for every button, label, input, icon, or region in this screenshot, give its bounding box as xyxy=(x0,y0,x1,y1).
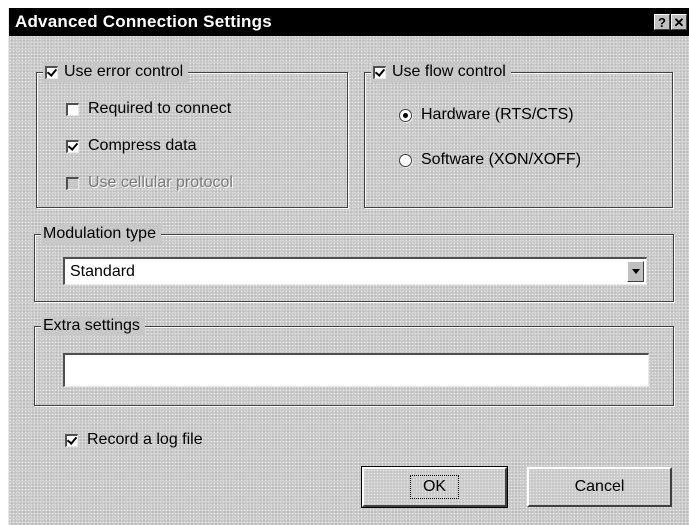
use-error-control-checkbox[interactable]: Use error control xyxy=(43,62,189,82)
ok-button-label: OK xyxy=(409,475,460,499)
use-flow-control-checkbox[interactable]: Use flow control xyxy=(371,62,511,82)
checkbox-disabled-icon xyxy=(66,176,79,190)
close-icon[interactable]: ✕ xyxy=(671,14,687,30)
flow-control-group: Use flow control Hardware (RTS/CTS) Soft… xyxy=(364,62,673,208)
checkbox-checked-icon xyxy=(65,433,78,447)
software-radio[interactable]: Software (XON/XOFF) xyxy=(399,151,581,169)
use-cellular-protocol-checkbox[interactable]: Use cellular protocol xyxy=(66,174,233,192)
record-log-file-label: Record a log file xyxy=(87,431,203,448)
cancel-button-label: Cancel xyxy=(574,478,625,495)
extra-settings-group: Extra settings xyxy=(34,316,674,406)
required-to-connect-checkbox[interactable]: Required to connect xyxy=(66,100,231,118)
extra-settings-label: Extra settings xyxy=(41,316,145,336)
record-log-file-checkbox[interactable]: Record a log file xyxy=(65,431,203,449)
checkbox-unchecked-icon xyxy=(66,102,79,116)
hardware-label: Hardware (RTS/CTS) xyxy=(421,106,574,123)
required-to-connect-label: Required to connect xyxy=(88,100,232,117)
checkbox-checked-icon xyxy=(66,139,79,153)
help-icon[interactable]: ? xyxy=(654,14,670,30)
use-cellular-protocol-label: Use cellular protocol xyxy=(88,174,233,191)
extra-settings-input[interactable] xyxy=(63,353,649,387)
modulation-type-value: Standard xyxy=(70,263,135,280)
software-label: Software (XON/XOFF) xyxy=(421,151,582,168)
modulation-type-label: Modulation type xyxy=(41,224,161,244)
hardware-radio[interactable]: Hardware (RTS/CTS) xyxy=(399,106,574,124)
checkbox-checked-icon xyxy=(45,65,58,79)
radio-selected-icon xyxy=(399,108,412,122)
checkbox-checked-icon xyxy=(373,65,386,79)
modulation-type-select[interactable]: Standard xyxy=(63,257,647,285)
use-flow-control-label: Use flow control xyxy=(392,63,506,80)
radio-unselected-icon xyxy=(399,153,412,167)
use-error-control-label: Use error control xyxy=(64,63,184,80)
window-title: Advanced Connection Settings xyxy=(15,12,272,31)
ok-button[interactable]: OK xyxy=(361,466,508,508)
title-bar[interactable]: Advanced Connection Settings ? ✕ xyxy=(9,8,689,36)
compress-data-label: Compress data xyxy=(88,137,197,154)
cancel-button[interactable]: Cancel xyxy=(527,467,672,507)
compress-data-checkbox[interactable]: Compress data xyxy=(66,137,197,155)
modulation-type-group: Modulation type Standard xyxy=(34,224,674,302)
error-control-group: Use error control Required to connect Co… xyxy=(36,62,348,208)
advanced-connection-settings-dialog: Advanced Connection Settings ? ✕ Use err… xyxy=(8,8,689,525)
chevron-down-icon[interactable] xyxy=(627,261,644,282)
